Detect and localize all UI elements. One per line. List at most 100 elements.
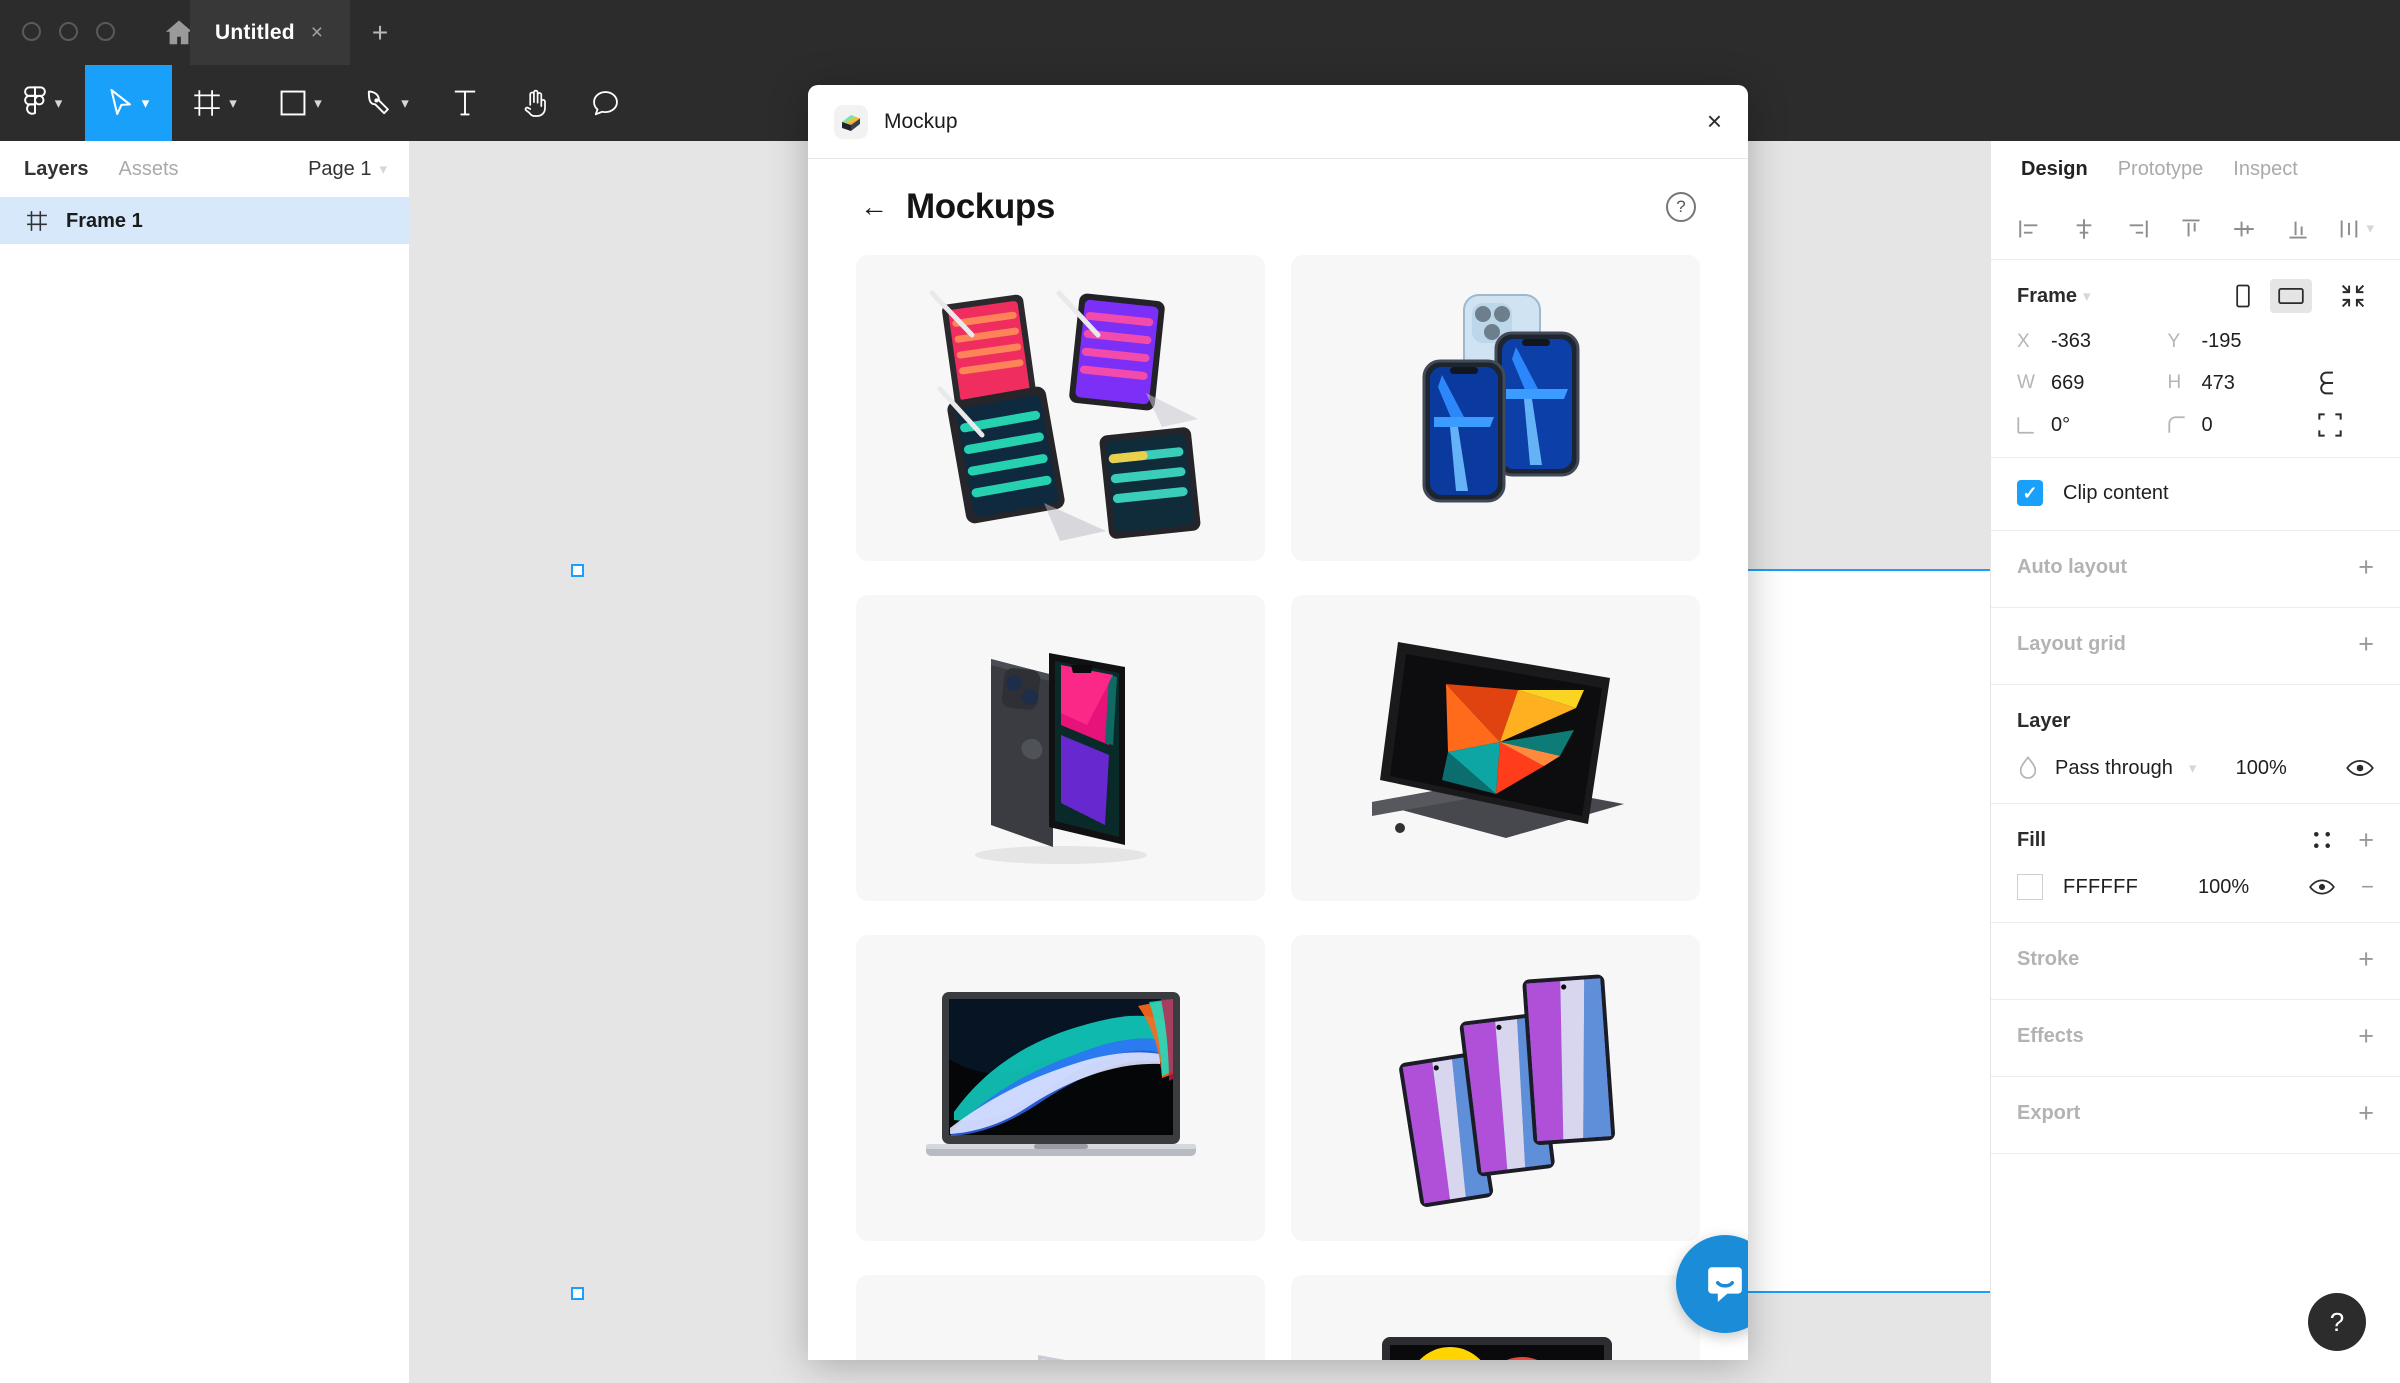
page-selector[interactable]: Page 1 ▾ bbox=[308, 158, 387, 181]
add-effect-button[interactable]: + bbox=[2358, 1023, 2374, 1050]
align-bottom-icon[interactable] bbox=[2285, 218, 2311, 240]
style-dots-icon[interactable] bbox=[2312, 830, 2332, 850]
mockup-card-ipad-pro-angled[interactable] bbox=[1291, 595, 1700, 901]
layer-opacity-value[interactable]: 100% bbox=[2236, 757, 2287, 780]
plugin-name: Mockup bbox=[884, 110, 958, 134]
mockup-card-iphone-13-pro-blue[interactable] bbox=[1291, 255, 1700, 561]
remove-fill-button[interactable]: − bbox=[2361, 876, 2374, 898]
tab-inspect[interactable]: Inspect bbox=[2233, 158, 2297, 181]
layout-grid-title: Layout grid bbox=[2017, 633, 2126, 656]
landscape-icon[interactable] bbox=[2270, 279, 2312, 313]
effects-section: Effects + bbox=[1991, 1000, 2400, 1077]
page-selector-label: Page 1 bbox=[308, 158, 371, 181]
export-section: Export + bbox=[1991, 1077, 2400, 1154]
tab-layers[interactable]: Layers bbox=[24, 158, 89, 181]
fill-section: Fill + FFFFFF 100% − bbox=[1991, 804, 2400, 923]
portrait-icon[interactable] bbox=[2222, 279, 2264, 313]
help-icon[interactable]: ? bbox=[1666, 192, 1696, 222]
align-horizontal-center-icon[interactable] bbox=[2071, 218, 2097, 240]
design-panel-tabs: Design Prototype Inspect bbox=[1991, 141, 2400, 198]
chevron-down-icon[interactable]: ▾ bbox=[2189, 761, 2197, 776]
fill-hex-value[interactable]: FFFFFF bbox=[2063, 876, 2138, 899]
distribute-icon[interactable]: ▾ bbox=[2338, 218, 2374, 240]
fill-opacity-value[interactable]: 100% bbox=[2198, 876, 2249, 899]
shape-tool-button[interactable]: ▾ bbox=[258, 65, 344, 141]
frame-hash-icon bbox=[26, 210, 48, 232]
stroke-section-title: Stroke bbox=[2017, 948, 2079, 971]
clip-content-row[interactable]: ✓ Clip content bbox=[1991, 458, 2400, 531]
tab-prototype[interactable]: Prototype bbox=[2118, 158, 2204, 181]
x-label: X bbox=[2017, 331, 2035, 353]
mockup-card-galaxy-note-trio[interactable] bbox=[1291, 935, 1700, 1241]
back-arrow-icon[interactable]: ← bbox=[860, 191, 888, 223]
width-field[interactable]: W 669 bbox=[2017, 372, 2168, 395]
chevron-down-icon[interactable]: ▾ bbox=[2366, 221, 2374, 236]
chevron-down-icon[interactable]: ▾ bbox=[379, 162, 387, 177]
collapse-to-fit-icon[interactable] bbox=[2332, 279, 2374, 313]
mockup-card-iphone-13-midnight[interactable] bbox=[856, 595, 1265, 901]
eye-icon[interactable] bbox=[2346, 758, 2374, 778]
mockup-card-galaxy-fold[interactable] bbox=[856, 1275, 1265, 1360]
x-position-field[interactable]: X -363 bbox=[2017, 330, 2168, 353]
align-left-icon[interactable] bbox=[2017, 218, 2043, 240]
effects-section-title: Effects bbox=[2017, 1025, 2084, 1048]
list-item[interactable]: Frame 1 bbox=[0, 198, 409, 244]
move-tool-button[interactable]: ▾ bbox=[85, 65, 172, 141]
frame-tool-button[interactable]: ▾ bbox=[172, 65, 258, 141]
chevron-down-icon[interactable]: ▾ bbox=[229, 96, 237, 111]
corner-radius-field[interactable]: 0 bbox=[2168, 414, 2319, 437]
help-button[interactable]: ? bbox=[2308, 1293, 2366, 1351]
chevron-down-icon[interactable]: ▾ bbox=[401, 96, 409, 111]
add-auto-layout-button[interactable]: + bbox=[2358, 554, 2374, 581]
add-layout-grid-button[interactable]: + bbox=[2358, 631, 2374, 658]
rotation-field[interactable]: 0° bbox=[2017, 414, 2168, 437]
file-tab[interactable]: Untitled × bbox=[190, 0, 350, 65]
resize-handle-bottom-left[interactable] bbox=[571, 1287, 584, 1300]
tab-design[interactable]: Design bbox=[2021, 158, 2088, 181]
height-field[interactable]: H 473 bbox=[2168, 372, 2319, 395]
independent-corners-icon[interactable] bbox=[2318, 413, 2374, 437]
mockup-card-macbook-pro-16[interactable] bbox=[856, 935, 1265, 1241]
close-icon[interactable]: × bbox=[311, 22, 323, 43]
fill-color-swatch[interactable] bbox=[2017, 874, 2043, 900]
close-icon[interactable]: × bbox=[1707, 106, 1722, 137]
y-label: Y bbox=[2168, 331, 2186, 353]
link-proportions-icon[interactable] bbox=[2318, 370, 2374, 396]
figma-menu-button[interactable]: ▾ bbox=[0, 65, 85, 141]
align-right-icon[interactable] bbox=[2124, 218, 2150, 240]
add-export-button[interactable]: + bbox=[2358, 1100, 2374, 1127]
plugin-modal: Mockup × ← Mockups ? bbox=[808, 85, 1748, 1360]
plugin-modal-subheader: ← Mockups ? bbox=[808, 159, 1748, 255]
layer-name: Frame 1 bbox=[66, 210, 143, 233]
clip-content-checkbox[interactable]: ✓ bbox=[2017, 480, 2043, 506]
add-fill-button[interactable]: + bbox=[2358, 827, 2374, 854]
resize-handle-top-left[interactable] bbox=[571, 564, 584, 577]
plugin-modal-header: Mockup × bbox=[808, 85, 1748, 159]
add-stroke-button[interactable]: + bbox=[2358, 946, 2374, 973]
align-top-icon[interactable] bbox=[2178, 218, 2204, 240]
mockup-card-macbook-colorful[interactable] bbox=[1291, 1275, 1700, 1360]
text-tool-button[interactable] bbox=[430, 65, 500, 141]
chevron-down-icon[interactable]: ▾ bbox=[55, 96, 63, 111]
angle-icon bbox=[2017, 416, 2035, 434]
comment-tool-button[interactable] bbox=[570, 65, 640, 141]
y-position-field[interactable]: Y -195 bbox=[2168, 330, 2319, 353]
blend-mode-value[interactable]: Pass through bbox=[2055, 757, 2173, 780]
eye-icon[interactable] bbox=[2309, 878, 2335, 896]
mockup-card-ipad-mini-collection[interactable] bbox=[856, 255, 1265, 561]
chevron-down-icon[interactable]: ▾ bbox=[142, 96, 150, 111]
new-tab-button[interactable]: + bbox=[350, 0, 410, 65]
chevron-down-icon[interactable]: ▾ bbox=[314, 96, 322, 111]
align-vertical-center-icon[interactable] bbox=[2231, 218, 2257, 240]
close-window-button[interactable] bbox=[22, 22, 41, 41]
hand-tool-button[interactable] bbox=[500, 65, 570, 141]
mockup-plugin-icon bbox=[834, 105, 868, 139]
pen-tool-button[interactable]: ▾ bbox=[344, 65, 430, 141]
auto-layout-section: Auto layout + bbox=[1991, 531, 2400, 608]
maximize-window-button[interactable] bbox=[96, 22, 115, 41]
chevron-down-icon[interactable]: ▾ bbox=[2083, 289, 2091, 304]
minimize-window-button[interactable] bbox=[59, 22, 78, 41]
h-label: H bbox=[2168, 372, 2186, 394]
tab-assets[interactable]: Assets bbox=[119, 158, 179, 181]
frame-properties-section: Frame ▾ X -363 Y bbox=[1991, 260, 2400, 458]
